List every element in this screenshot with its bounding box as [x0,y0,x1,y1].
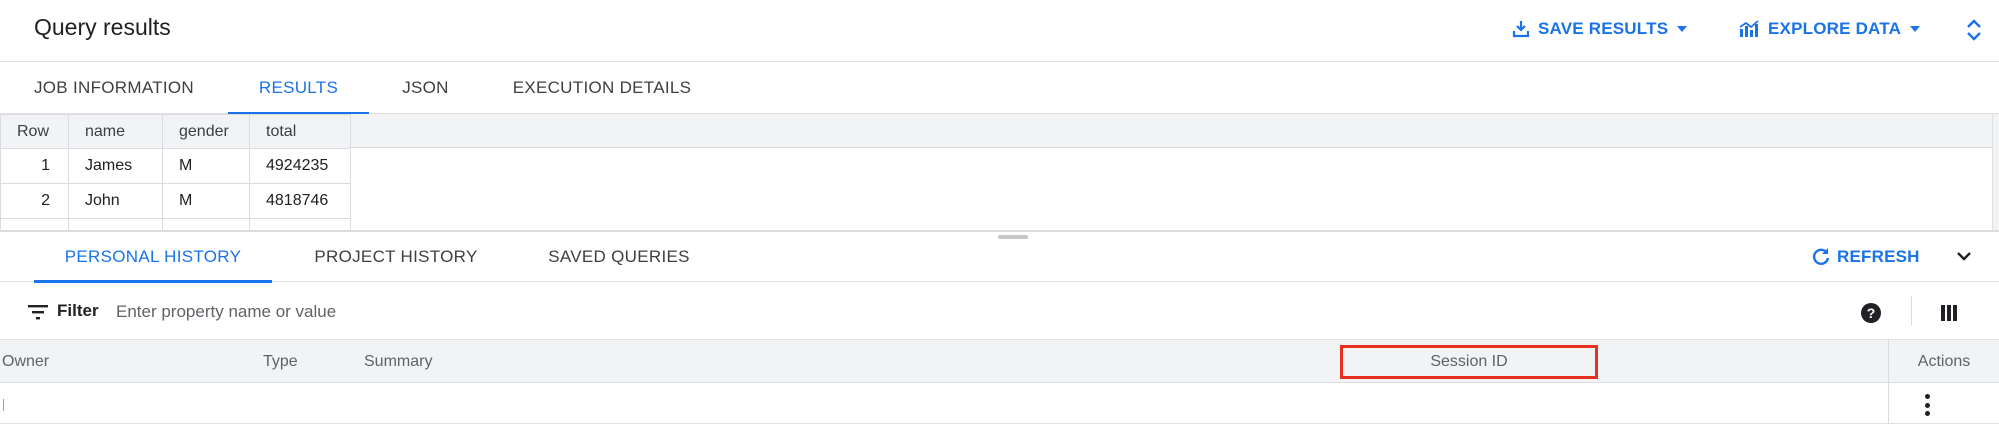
table-row: 1 James M 4924235 [0,148,351,184]
actions-cell [1888,383,1999,424]
table-row [0,218,351,230]
tab-execution-details[interactable]: EXECUTION DETAILS [482,62,722,114]
results-grid: Row name gender total 1 James M 4924235 … [0,114,1992,230]
tab-results[interactable]: RESULTS [228,62,369,115]
save-results-button[interactable]: SAVE RESULTS [1512,16,1688,42]
tab-job-information[interactable]: JOB INFORMATION [0,62,228,114]
svg-text:?: ? [1867,305,1876,321]
column-header-type[interactable]: Type [263,340,298,383]
tab-json[interactable]: JSON [369,62,482,114]
refresh-label: REFRESH [1837,247,1920,266]
chevron-down-icon[interactable] [1952,244,1976,268]
toolbar-divider [1911,296,1912,326]
cell-gender: M [162,148,250,184]
row-number [0,218,69,230]
cell-gender [162,218,250,230]
filter-input[interactable] [116,298,1816,326]
page-title: Query results [34,14,171,40]
column-header-row[interactable]: Row [0,114,69,149]
query-results-page: Query results SAVE RESULTS EXPLORE DATA [0,0,1999,429]
cell-total: 4924235 [249,148,351,184]
expand-collapse-icon[interactable] [1963,18,1985,42]
chart-icon [1739,20,1759,37]
column-display-icon[interactable] [1940,304,1958,322]
results-table: Row name gender total 1 James M 4924235 … [0,114,351,230]
cell-total [249,218,351,230]
caret-down-icon [1677,26,1688,32]
cell-gender: M [162,183,250,219]
filter-bar: Filter [0,282,1999,340]
explore-data-button[interactable]: EXPLORE DATA [1738,16,1921,42]
tab-project-history[interactable]: PROJECT HISTORY [296,232,496,282]
help-icon[interactable]: ? [1860,302,1882,324]
filter-icon [28,305,48,320]
cell-total: 4818746 [249,183,351,219]
download-icon [1512,21,1530,38]
row-number: 1 [0,148,69,184]
refresh-icon [1812,248,1830,265]
history-tabs: PERSONAL HISTORY PROJECT HISTORY SAVED Q… [0,232,1999,283]
results-tabs: JOB INFORMATION RESULTS JSON EXECUTION D… [0,62,1999,115]
session-id-highlight [1340,345,1598,379]
row-cursor-mark [3,399,4,411]
query-results-header: Query results SAVE RESULTS EXPLORE DATA [0,0,1999,62]
filter-label: Filter [57,301,99,320]
table-row: 2 John M 4818746 [0,183,351,219]
tab-saved-queries[interactable]: SAVED QUERIES [536,232,702,282]
refresh-button[interactable]: REFRESH [1811,244,1920,270]
column-header-summary[interactable]: Summary [364,340,432,383]
caret-down-icon [1910,26,1921,32]
cell-name [68,218,163,230]
tab-personal-history[interactable]: PERSONAL HISTORY [34,232,272,283]
results-scrollbar[interactable] [1992,114,1999,230]
explore-data-label: EXPLORE DATA [1768,19,1902,38]
column-header-gender[interactable]: gender [162,114,250,149]
column-header-total[interactable]: total [249,114,351,149]
cell-name: John [68,183,163,219]
row-number: 2 [0,183,69,219]
history-table-header: Owner Type Summary Session ID [0,340,1999,383]
table-row[interactable] [0,383,1888,424]
column-header-actions: Actions [1888,340,1999,383]
results-header-row: Row name gender total [0,114,351,149]
more-vert-icon[interactable] [1916,392,1938,418]
save-results-label: SAVE RESULTS [1538,19,1669,38]
cell-name: James [68,148,163,184]
column-header-owner[interactable]: Owner [2,340,49,383]
column-header-name[interactable]: name [68,114,163,149]
